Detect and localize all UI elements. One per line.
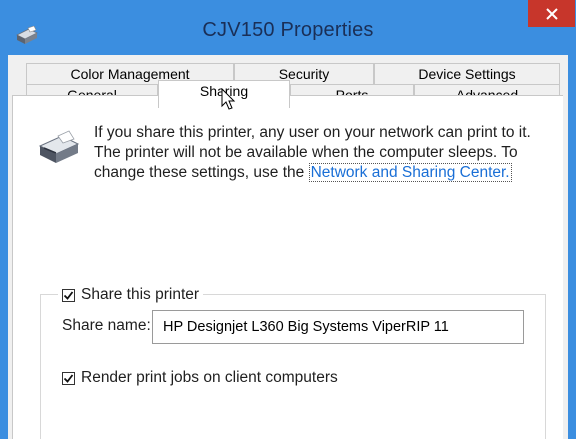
tab-label: Device Settings [418, 66, 516, 82]
share-name-label: Share name: [62, 317, 151, 334]
mouse-cursor-icon [221, 88, 236, 110]
sharing-info-text: If you share this printer, any user on y… [94, 123, 539, 183]
title-bar[interactable]: CJV150 Properties [0, 0, 576, 55]
checkmark-icon [63, 290, 74, 300]
share-printer-row[interactable]: Share this printer [58, 285, 204, 305]
properties-window: CJV150 Properties Color Management Secur… [0, 0, 576, 439]
share-name-input[interactable]: HP Designjet L360 Big Systems ViperRIP 1… [152, 310, 524, 344]
printer-icon [38, 130, 80, 163]
window-title: CJV150 Properties [202, 19, 374, 41]
checkmark-icon [63, 373, 74, 383]
share-printer-label: Share this printer [81, 286, 200, 303]
share-printer-checkbox[interactable] [62, 288, 75, 302]
tab-device-settings[interactable]: Device Settings [374, 63, 560, 85]
render-jobs-row[interactable]: Render print jobs on client computers [62, 369, 338, 387]
render-jobs-checkbox[interactable] [62, 371, 75, 385]
render-jobs-label: Render print jobs on client computers [81, 369, 338, 386]
close-icon [545, 7, 558, 20]
close-button[interactable] [528, 0, 575, 27]
network-sharing-center-link[interactable]: Network and Sharing Center. [308, 163, 512, 182]
